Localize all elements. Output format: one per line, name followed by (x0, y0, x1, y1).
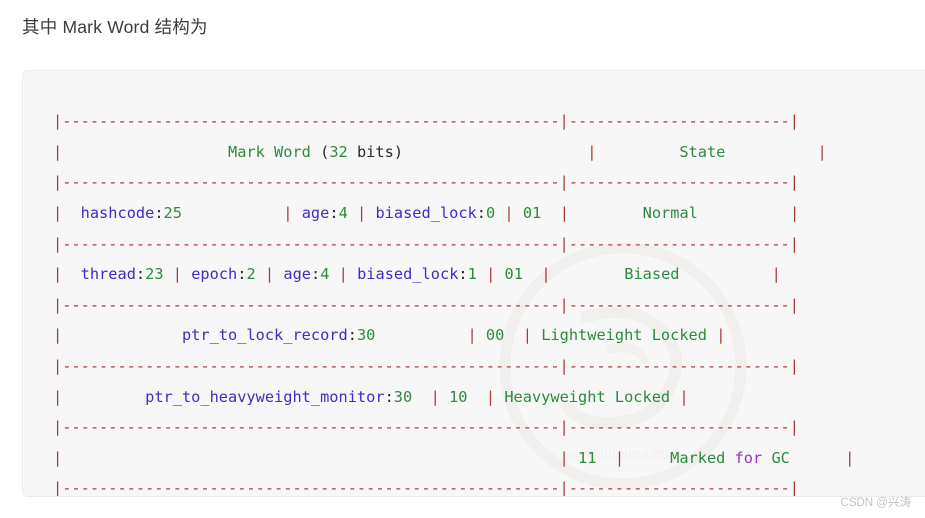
field-name-epoch: epoch (191, 265, 238, 284)
field-bits-age: 4 (338, 204, 348, 223)
table-rule-1: |---------------------------------------… (53, 173, 799, 192)
rule-markword: |---------------------------------------… (53, 112, 569, 131)
field-name-age: age (301, 204, 330, 223)
state-gc-keyword-for: for (734, 448, 763, 467)
field-bits-biased-lock-biased: 1 (467, 265, 477, 284)
field-name-ptr-heavyweight-monitor: ptr_to_heavyweight_monitor (145, 387, 385, 406)
table-rule-top: |---------------------------------------… (53, 106, 854, 137)
table-row-heavyweight: | ptr_to_heavyweight_monitor:30 | 10 | H… (53, 387, 689, 406)
table-rule-2: |---------------------------------------… (53, 234, 799, 253)
field-name-biased-lock: biased_lock (375, 204, 477, 223)
code-block-card: www.itheima.com |-----------------------… (22, 70, 925, 497)
state-gc-word-2: GC (771, 448, 790, 467)
lock-tag-lightweight: 00 (485, 326, 505, 345)
field-bits-ptr-lock-record: 30 (356, 326, 376, 345)
table-row-normal: | hashcode:25 | age:4 | biased_lock:0 | … (53, 204, 800, 223)
field-name-age-biased: age (283, 265, 311, 284)
field-name-biased-lock-biased: biased_lock (357, 265, 459, 284)
state-gc-word-1: Marked (670, 448, 726, 467)
field-name-thread: thread (80, 265, 136, 284)
header-paren-open: ( (320, 142, 330, 161)
field-name-ptr-lock-record: ptr_to_lock_record (181, 326, 348, 345)
header-paren-close: ) (393, 142, 404, 161)
table-rule-4: |---------------------------------------… (53, 357, 799, 376)
lock-tag-normal: 01 (522, 204, 542, 223)
table-rule-bottom: |---------------------------------------… (53, 479, 799, 497)
state-heavyweight-locked: Heavyweight Locked (504, 387, 671, 406)
lock-tag-gc: 11 (577, 448, 597, 467)
field-bits-ptr-heavyweight-monitor: 30 (393, 387, 413, 406)
field-bits-thread: 23 (145, 265, 164, 284)
header-markword-title: Mark Word (228, 142, 321, 161)
attribution-watermark: CSDN @兴涛 (840, 497, 911, 509)
table-rule-5: |---------------------------------------… (53, 418, 799, 437)
page-title: 其中 Mark Word 结构为 (22, 17, 208, 37)
rule-state: ------------------------| (568, 112, 799, 131)
table-row-lightweight: | ptr_to_lock_record:30 | 00 | Lightweig… (53, 326, 726, 345)
field-bits-epoch: 2 (246, 265, 256, 284)
lock-tag-heavyweight: 10 (449, 387, 468, 406)
state-lightweight-locked: Lightweight Locked (541, 326, 707, 345)
field-bits-hashcode: 25 (163, 204, 182, 223)
field-name-hashcode: hashcode (80, 204, 155, 223)
field-bits-biased-lock: 0 (485, 204, 496, 223)
header-state-label: State (679, 142, 726, 161)
table-row-biased: | thread:23 | epoch:2 | age:4 | biased_l… (53, 265, 781, 284)
table-rule-3: |---------------------------------------… (53, 295, 799, 314)
table-row-marked-for-gc: | | 11 | Marked for GC | (53, 448, 855, 467)
mark-word-ascii-table: |---------------------------------------… (53, 106, 855, 497)
state-normal: Normal (642, 204, 698, 223)
header-bits-count: 32 (329, 142, 348, 161)
header-bits-unit: bits (347, 142, 394, 161)
table-header-row: | Mark Word (32 bits) | State | (53, 142, 827, 161)
state-biased: Biased (624, 265, 680, 284)
lock-tag-biased: 01 (504, 265, 523, 284)
